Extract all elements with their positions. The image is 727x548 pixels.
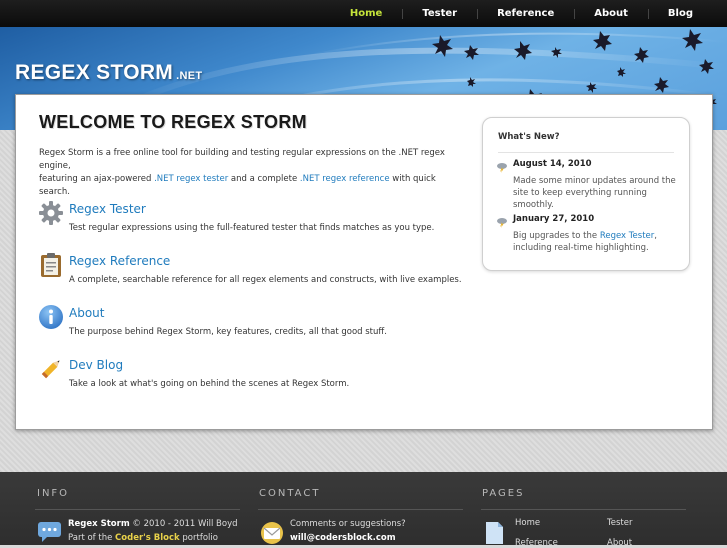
footer-divider	[35, 509, 240, 510]
news-text: Made some minor updates around the site …	[513, 176, 676, 210]
news-link-regex-tester[interactable]: Regex Tester	[600, 231, 654, 241]
nav-item-home[interactable]: Home	[330, 0, 402, 27]
top-nav: Home Tester Reference About Blog	[0, 0, 727, 27]
whats-new-divider	[498, 152, 674, 153]
footer-site-name: Regex Storm	[68, 519, 130, 529]
storm-cloud-icon	[497, 218, 507, 228]
footer-email-link[interactable]: will@codersblock.com	[290, 533, 396, 543]
whats-new-title: What's New?	[498, 132, 560, 142]
footer-info-text: Regex Storm © 2010 - 2011 Will Boyd Part…	[68, 517, 238, 545]
logo-tld: .NET	[176, 70, 203, 82]
footer-contact-heading: CONTACT	[259, 488, 321, 499]
nav-item-about[interactable]: About	[574, 0, 648, 27]
logo-name: REGEX STORM	[15, 61, 174, 84]
intro-link-tester[interactable]: .NET regex tester	[154, 174, 228, 184]
footer-divider	[481, 509, 686, 510]
feature-desc-about: The purpose behind Regex Storm, key feat…	[69, 327, 387, 337]
page-title: WELCOME TO REGEX STORM	[39, 112, 307, 132]
mail-icon	[261, 522, 283, 544]
feature-desc-regex-tester: Test regular expressions using the full-…	[69, 223, 435, 233]
feature-title-regex-reference[interactable]: Regex Reference	[69, 254, 170, 268]
news-date: January 27, 2010	[513, 214, 595, 224]
footer-coders-block-link[interactable]: Coder's Block	[115, 533, 180, 543]
footer-page-link-tester[interactable]: Tester	[607, 518, 632, 528]
intro-link-reference[interactable]: .NET regex reference	[300, 174, 390, 184]
document-icon	[486, 522, 503, 544]
footer-page-link-home[interactable]: Home	[515, 518, 540, 528]
info-icon	[39, 305, 63, 329]
clipboard-icon	[41, 253, 61, 277]
main-card: WELCOME TO REGEX STORM Regex Storm is a …	[15, 94, 713, 430]
footer-pages-heading: PAGES	[482, 488, 525, 499]
footer-portfolio: portfolio	[179, 533, 218, 543]
intro-text-3: and a complete	[228, 174, 300, 184]
chat-bubble-icon	[38, 522, 61, 542]
nav-item-tester[interactable]: Tester	[402, 0, 477, 27]
footer-part-of: Part of the	[68, 533, 116, 543]
footer-contact-prompt: Comments or suggestions?	[290, 519, 406, 529]
feature-desc-regex-reference: A complete, searchable reference for all…	[69, 275, 462, 285]
news-text-before: Big upgrades to the	[513, 231, 600, 241]
footer-copyright: © 2010 - 2011 Will Boyd	[129, 519, 238, 529]
footer-page-link-reference[interactable]: Reference	[515, 538, 558, 548]
intro-text-1: Regex Storm is a free online tool for bu…	[39, 148, 445, 171]
feature-title-regex-tester[interactable]: Regex Tester	[69, 202, 146, 216]
nav-item-reference[interactable]: Reference	[477, 0, 574, 27]
news-text: Big upgrades to the Regex Tester, includ…	[513, 230, 681, 254]
storm-cloud-icon	[497, 163, 507, 173]
footer-divider	[258, 509, 463, 510]
nav-menu: Home Tester Reference About Blog	[330, 0, 713, 27]
gear-icon	[39, 201, 63, 225]
footer-contact-text: Comments or suggestions? will@codersbloc…	[290, 517, 406, 545]
nav-item-blog[interactable]: Blog	[647, 0, 713, 27]
pencil-icon	[41, 360, 60, 379]
intro-text-2: featuring an ajax-powered	[39, 174, 155, 184]
news-date: August 14, 2010	[513, 159, 592, 169]
feature-title-about[interactable]: About	[69, 306, 104, 320]
site-logo[interactable]: REGEX STORM .NET	[15, 61, 202, 85]
footer: INFO Regex Storm © 2010 - 2011 Will Boyd…	[0, 472, 727, 548]
footer-page-link-about[interactable]: About	[607, 538, 632, 548]
whats-new-panel: What's New? August 14, 2010 Made some mi…	[482, 117, 690, 271]
footer-info-heading: INFO	[37, 488, 70, 499]
feature-desc-dev-blog: Take a look at what's going on behind th…	[69, 379, 350, 389]
intro-paragraph: Regex Storm is a free online tool for bu…	[39, 147, 459, 199]
feature-title-dev-blog[interactable]: Dev Blog	[69, 358, 123, 372]
